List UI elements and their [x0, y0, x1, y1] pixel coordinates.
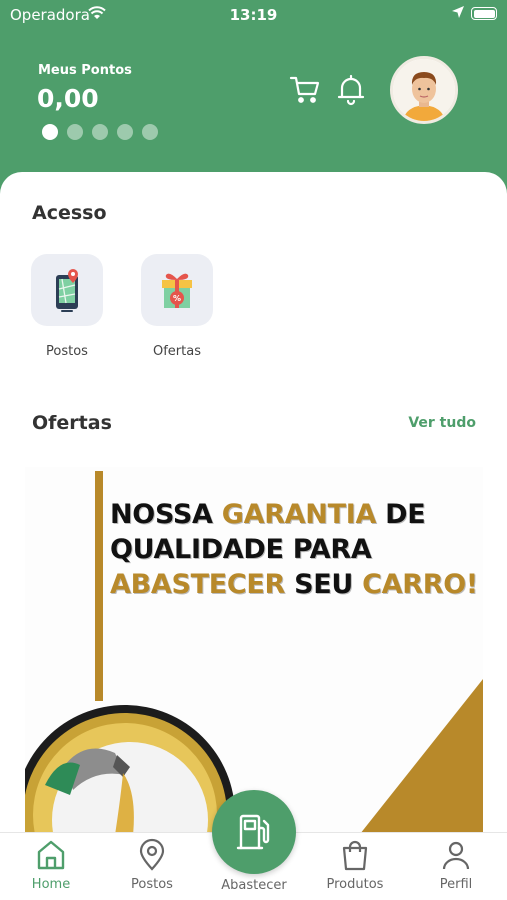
home-icon — [34, 838, 68, 872]
access-tile[interactable]: % — [141, 254, 213, 326]
nav-label: Perfil — [439, 877, 473, 892]
access-item-ofertas[interactable]: % Ofertas — [132, 254, 222, 359]
banner-gold-triangle — [361, 679, 483, 832]
offer-banner[interactable]: NOSSA GARANTIA DE QUALIDADE PARA ABASTEC… — [25, 467, 483, 832]
banner-accent-line — [95, 471, 103, 701]
nav-postos[interactable]: Postos — [107, 838, 197, 892]
carousel-dot[interactable] — [142, 124, 158, 140]
nav-perfil[interactable]: Perfil — [411, 838, 501, 892]
carousel-dot[interactable] — [117, 124, 133, 140]
shopping-bag-icon — [338, 838, 372, 872]
access-section-title: Acesso — [32, 202, 107, 224]
points-label: Meus Pontos — [38, 63, 132, 78]
nav-label: Produtos — [326, 877, 384, 892]
banner-text-gold: GARANTIA — [221, 499, 377, 530]
location-arrow-icon — [451, 5, 465, 23]
access-item-postos[interactable]: Postos — [22, 254, 112, 359]
banner-text-gold: CARRO! — [362, 569, 478, 600]
abastecer-fab[interactable] — [212, 790, 296, 874]
nav-label: Abastecer — [221, 878, 287, 893]
main-card: Acesso Postos % Ofertas Ofertas Ver tudo… — [0, 172, 507, 832]
points-value: 0,00 — [37, 84, 99, 113]
user-icon — [439, 838, 473, 872]
map-phone-icon — [56, 269, 78, 312]
status-bar: Operadora 13:19 — [0, 0, 507, 30]
carousel-dot[interactable] — [67, 124, 83, 140]
carousel-dot[interactable] — [92, 124, 108, 140]
nav-produtos[interactable]: Produtos — [310, 838, 400, 892]
access-item-label: Ofertas — [153, 344, 201, 359]
nav-label: Home — [31, 877, 71, 892]
cart-icon[interactable] — [288, 72, 322, 106]
battery-icon — [471, 7, 497, 20]
avatar[interactable] — [390, 56, 458, 124]
banner-text: DE — [376, 499, 426, 530]
banner-headline: NOSSA GARANTIA DE QUALIDADE PARA ABASTEC… — [110, 497, 480, 602]
banner-text: NOSSA — [110, 499, 222, 530]
fuel-pump-icon — [236, 814, 270, 850]
banner-text-gold: ABASTECER — [110, 569, 286, 600]
header: Operadora 13:19 Meus Pontos 0,00 — [0, 0, 507, 200]
offers-section-title: Ofertas — [32, 412, 112, 434]
map-pin-icon — [135, 838, 169, 872]
gift-discount-icon: % — [162, 273, 192, 308]
carousel-indicator — [42, 124, 158, 140]
access-tile[interactable] — [31, 254, 103, 326]
clock: 13:19 — [229, 6, 278, 24]
nav-label: Postos — [131, 877, 173, 892]
see-all-link[interactable]: Ver tudo — [380, 415, 476, 431]
banner-text: QUALIDADE PARA — [110, 534, 372, 565]
fuel-nozzle-image — [25, 705, 235, 832]
banner-text: SEU — [285, 569, 363, 600]
nav-abastecer[interactable]: Abastecer — [209, 878, 299, 893]
nav-home[interactable]: Home — [6, 838, 96, 892]
bell-icon[interactable] — [334, 72, 368, 106]
svg-text:%: % — [173, 294, 181, 303]
access-item-label: Postos — [46, 344, 88, 359]
carousel-dot[interactable] — [42, 124, 58, 140]
